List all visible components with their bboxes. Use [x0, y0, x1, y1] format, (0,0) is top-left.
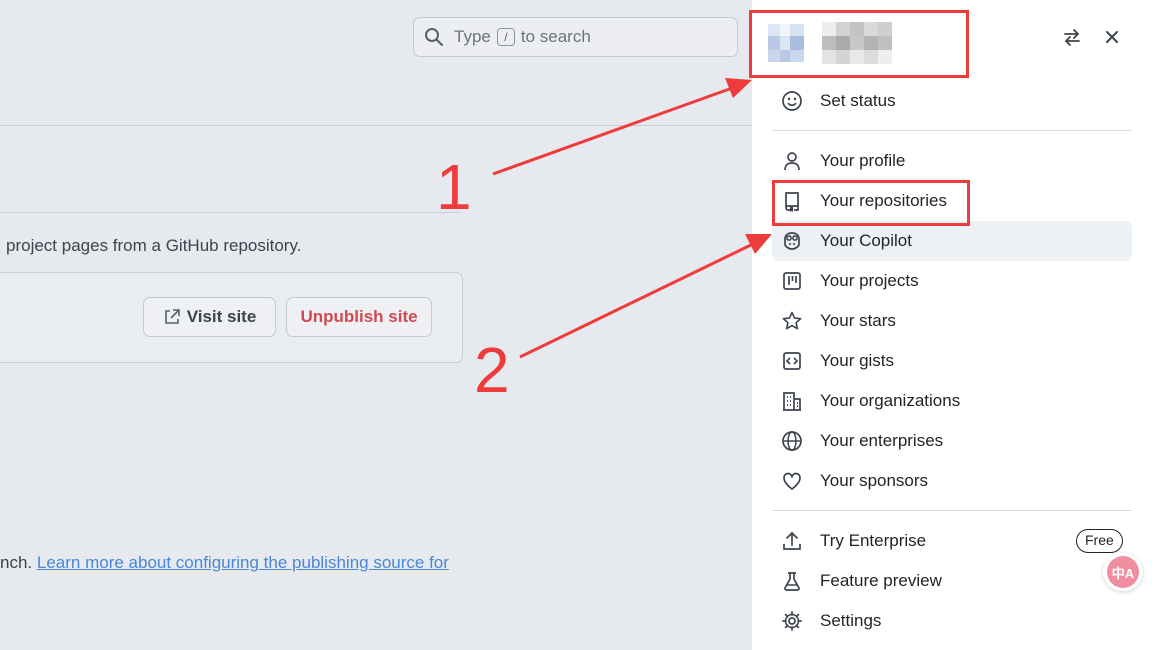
menu-item-your-projects[interactable]: Your projects — [772, 261, 1132, 301]
search-suffix: to search — [520, 27, 591, 46]
arrow-switch-icon — [1064, 29, 1080, 46]
section-divider — [0, 212, 462, 213]
menu-item-your-organizations[interactable]: Your organizations — [772, 381, 1132, 421]
visit-site-label: Visit site — [186, 307, 257, 326]
annotation-box-repositories — [772, 180, 970, 226]
translate-icon: 中A — [1107, 556, 1139, 588]
menu-item-label: Your stars — [820, 311, 896, 330]
project-icon — [780, 269, 804, 293]
menu-item-label: Your profile — [820, 151, 906, 170]
star-icon — [780, 309, 804, 333]
menu-item-label: Your sponsors — [820, 471, 929, 490]
heart-icon — [780, 469, 804, 493]
menu-item-label: Your gists — [820, 351, 895, 370]
menu-separator — [772, 510, 1132, 511]
close-menu-button[interactable] — [1099, 24, 1125, 50]
menu-item-label: Try Enterprise — [820, 531, 927, 550]
search-icon — [425, 28, 443, 46]
search-input[interactable]: Type / to search — [413, 17, 738, 57]
code-square-icon — [780, 349, 804, 373]
publishing-source-note: nch. Learn more about configuring the pu… — [0, 553, 449, 573]
menu-item-your-stars[interactable]: Your stars — [772, 301, 1132, 341]
menu-item-label: Feature preview — [820, 571, 942, 590]
annotation-label-1: 1 — [436, 151, 472, 223]
menu-item-your-copilot[interactable]: Your Copilot — [772, 221, 1132, 261]
free-badge: Free — [1076, 529, 1123, 553]
publishing-source-link[interactable]: Learn more about configuring the publish… — [37, 553, 449, 572]
menu-item-label: Set status — [820, 91, 896, 110]
menu-item-your-sponsors[interactable]: Your sponsors — [772, 461, 1132, 501]
translate-widget-button[interactable]: 中A — [1103, 553, 1143, 591]
beaker-icon — [780, 569, 804, 593]
visit-site-button[interactable]: Visit site — [143, 297, 276, 337]
menu-separator — [772, 130, 1132, 131]
annotation-label-2: 2 — [474, 334, 510, 406]
copilot-icon — [780, 229, 804, 253]
menu-item-set-status[interactable]: Set status — [772, 81, 1132, 121]
menu-item-settings[interactable]: Settings — [772, 601, 1132, 641]
menu-item-your-profile[interactable]: Your profile — [772, 141, 1132, 181]
menu-item-your-enterprises[interactable]: Your enterprises — [772, 421, 1132, 461]
upload-icon — [780, 529, 804, 553]
external-link-icon — [164, 309, 180, 324]
annotation-box-user — [749, 10, 969, 78]
pages-description: project pages from a GitHub repository. — [6, 236, 302, 255]
annotation-arrow-2 — [519, 241, 756, 359]
unpublish-site-label: Unpublish site — [300, 307, 418, 326]
switch-account-button[interactable] — [1059, 24, 1085, 50]
menu-item-label: Your Copilot — [820, 231, 912, 250]
menu-item-label: Settings — [820, 611, 882, 630]
menu-item-your-gists[interactable]: Your gists — [772, 341, 1132, 381]
unpublish-site-button[interactable]: Unpublish site — [286, 297, 432, 337]
globe-icon — [780, 429, 804, 453]
menu-item-label: Your projects — [820, 271, 919, 290]
menu-item-feature-preview[interactable]: Feature preview — [772, 561, 1132, 601]
search-shortcut-key: / — [496, 28, 515, 46]
menu-item-label: Your organizations — [820, 391, 961, 410]
note-prefix: nch. — [0, 553, 33, 572]
person-icon — [780, 149, 804, 173]
smiley-icon — [780, 89, 804, 113]
search-prefix: Type — [454, 27, 491, 46]
gear-icon — [780, 609, 804, 633]
organization-icon — [780, 389, 804, 413]
menu-item-label: Your enterprises — [820, 431, 944, 450]
close-icon — [1106, 31, 1118, 43]
